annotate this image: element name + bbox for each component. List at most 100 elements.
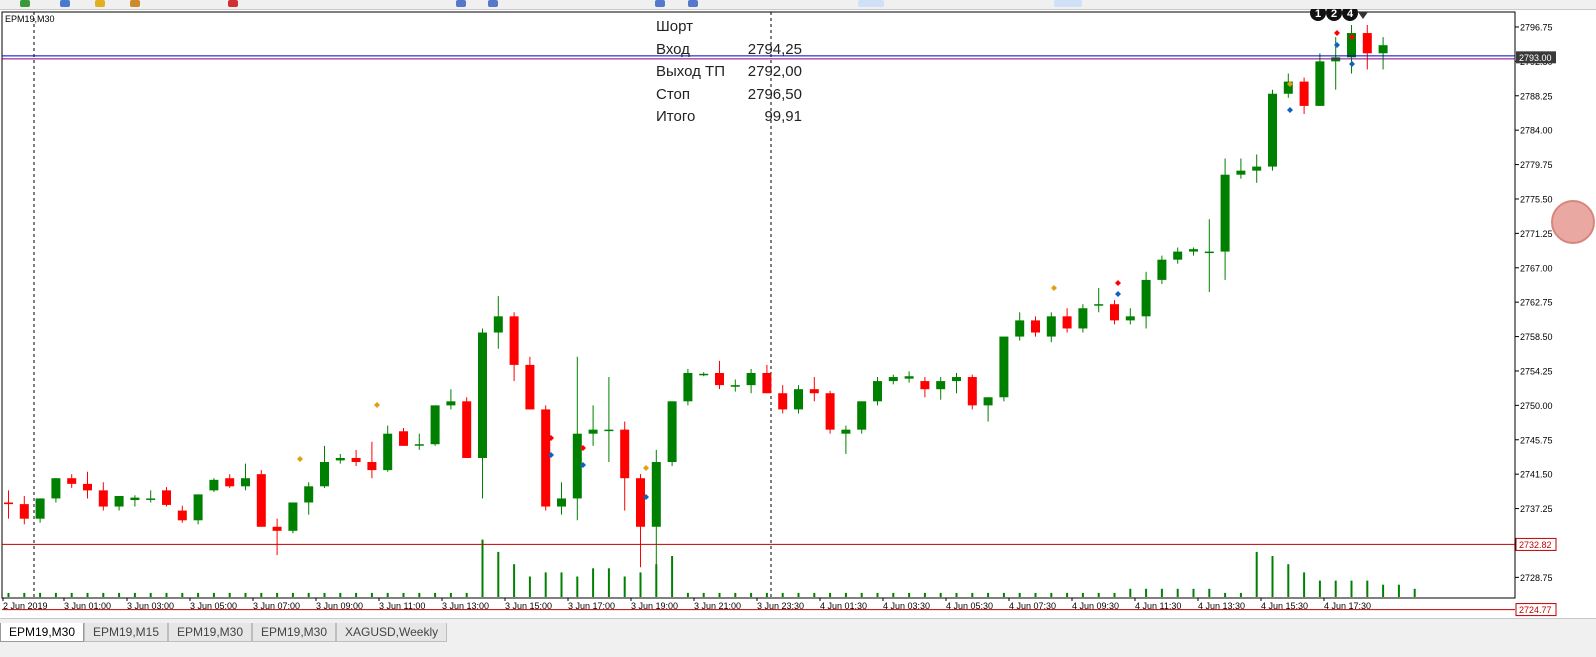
candle-body bbox=[509, 316, 519, 365]
candle-body bbox=[446, 401, 456, 406]
x-tick-label: 3 Jun 05:00 bbox=[190, 601, 237, 611]
candle-body bbox=[952, 377, 961, 382]
toolbar-icon[interactable] bbox=[688, 0, 698, 7]
candle-body bbox=[699, 373, 709, 376]
candle-body bbox=[1046, 316, 1056, 337]
candle-body bbox=[67, 478, 77, 484]
toolbar-icon[interactable] bbox=[655, 0, 665, 7]
y-tick-label: 2737.25 bbox=[1520, 504, 1553, 514]
tab-xagusd-weekly[interactable]: XAGUSD,Weekly bbox=[336, 623, 448, 642]
candle-body bbox=[1062, 316, 1072, 329]
trade-marker-label: 4 bbox=[1347, 9, 1354, 20]
tab-epm19-m30-2[interactable]: EPM19,M30 bbox=[168, 623, 253, 642]
trade-marker-label: 2 bbox=[1331, 9, 1337, 20]
trade-info-panel: Шорт Вход 2794,25 Выход ТП 2792,00 Стоп 279… bbox=[656, 16, 802, 129]
toolbar-icon[interactable] bbox=[130, 0, 140, 7]
candle-body bbox=[967, 377, 977, 406]
x-tick-label: 2 Jun 2019 bbox=[3, 601, 48, 611]
candle-body bbox=[1299, 81, 1309, 106]
candle-body bbox=[873, 381, 882, 402]
candle-body bbox=[367, 462, 377, 471]
candle-body bbox=[193, 494, 203, 521]
candle-body bbox=[4, 502, 13, 505]
price-level-tag-label: 2724.77 bbox=[1519, 605, 1552, 615]
candle-body bbox=[730, 385, 740, 387]
x-tick-label: 3 Jun 07:00 bbox=[253, 601, 300, 611]
x-tick-label: 3 Jun 23:30 bbox=[757, 601, 804, 611]
candle-body bbox=[162, 490, 171, 505]
candle-body bbox=[857, 401, 867, 430]
chart-shift-button[interactable] bbox=[1551, 200, 1595, 244]
candle-body bbox=[809, 389, 819, 394]
tab-epm19-m30-3[interactable]: EPM19,M30 bbox=[252, 623, 337, 642]
candle-body bbox=[320, 462, 329, 487]
trade-value: 99,91 bbox=[764, 108, 802, 125]
candle-body bbox=[920, 381, 930, 390]
candle-body bbox=[541, 409, 551, 507]
toolbar-icon[interactable] bbox=[488, 0, 498, 7]
candle-body bbox=[241, 478, 250, 487]
tab-epm19-m30[interactable]: EPM19,M30 bbox=[0, 623, 85, 642]
x-tick-label: 3 Jun 03:00 bbox=[127, 601, 174, 611]
toolbar-icon[interactable] bbox=[60, 0, 70, 7]
x-tick-label: 3 Jun 01:00 bbox=[64, 601, 111, 611]
toolbar-icon[interactable] bbox=[1054, 0, 1082, 7]
candle-body bbox=[351, 457, 361, 463]
candle-body bbox=[225, 478, 235, 487]
candle-body bbox=[588, 429, 598, 434]
toolbar-icon[interactable] bbox=[858, 0, 884, 7]
trade-row-take-profit: Выход ТП 2792,00 bbox=[656, 61, 802, 84]
trade-row-stop: Стоп 2796,50 bbox=[656, 84, 802, 107]
candle-body bbox=[493, 316, 503, 333]
toolbar-icon[interactable] bbox=[456, 0, 466, 7]
candle-body bbox=[1157, 259, 1167, 280]
x-tick-label: 4 Jun 05:30 bbox=[946, 601, 993, 611]
candle-body bbox=[98, 490, 108, 507]
candle-body bbox=[1315, 61, 1325, 106]
candle-body bbox=[146, 498, 156, 500]
toolbar-icon[interactable] bbox=[228, 0, 238, 7]
trade-label: Стоп bbox=[656, 85, 690, 103]
candle-body bbox=[683, 372, 693, 402]
y-tick-label: 2728.75 bbox=[1520, 573, 1553, 583]
toolbar-icon[interactable] bbox=[20, 0, 30, 7]
x-tick-label: 4 Jun 11:30 bbox=[1135, 601, 1181, 611]
y-tick-label: 2767.00 bbox=[1520, 263, 1553, 273]
trade-row-total: Итого 99,91 bbox=[656, 106, 802, 129]
candle-body bbox=[19, 504, 29, 519]
candle-body bbox=[841, 429, 851, 434]
candle-body bbox=[383, 433, 393, 471]
x-tick-label: 4 Jun 03:30 bbox=[883, 601, 930, 611]
y-tick-label: 2750.00 bbox=[1520, 401, 1553, 411]
candle-body bbox=[557, 498, 566, 507]
candle-body bbox=[1110, 304, 1119, 321]
candle-body bbox=[1378, 45, 1388, 54]
x-tick-label: 3 Jun 13:00 bbox=[442, 601, 489, 611]
current-price-tag-label: 2793.00 bbox=[1519, 53, 1552, 63]
candle-body bbox=[825, 393, 835, 430]
candle-body bbox=[1331, 57, 1341, 62]
candle-body bbox=[572, 433, 582, 499]
chart-tabs: EPM19,M30 EPM19,M15 EPM19,M30 EPM19,M30 … bbox=[0, 618, 1596, 657]
y-tick-label: 2788.25 bbox=[1520, 91, 1553, 101]
candle-body bbox=[525, 364, 535, 410]
toolbar-icon[interactable] bbox=[95, 0, 105, 7]
candle-body bbox=[620, 429, 630, 479]
trade-value: 2796,50 bbox=[747, 85, 802, 103]
candle-body bbox=[936, 381, 946, 390]
tab-epm19-m15[interactable]: EPM19,M15 bbox=[84, 623, 169, 642]
trade-value: 2794,25 bbox=[747, 40, 802, 58]
x-tick-label: 4 Jun 13:30 bbox=[1198, 601, 1245, 611]
candle-body bbox=[478, 332, 487, 458]
candle-body bbox=[177, 510, 187, 521]
candle-body bbox=[335, 457, 345, 461]
candle-body bbox=[1125, 316, 1135, 321]
y-tick-label: 2771.25 bbox=[1520, 229, 1553, 239]
candle-body bbox=[746, 372, 756, 386]
candle-body bbox=[51, 478, 61, 499]
candle-body bbox=[209, 479, 219, 491]
candle-body bbox=[1362, 33, 1372, 54]
x-tick-label: 3 Jun 17:00 bbox=[568, 601, 615, 611]
candle-body bbox=[1220, 174, 1230, 252]
candle-body bbox=[414, 444, 424, 446]
